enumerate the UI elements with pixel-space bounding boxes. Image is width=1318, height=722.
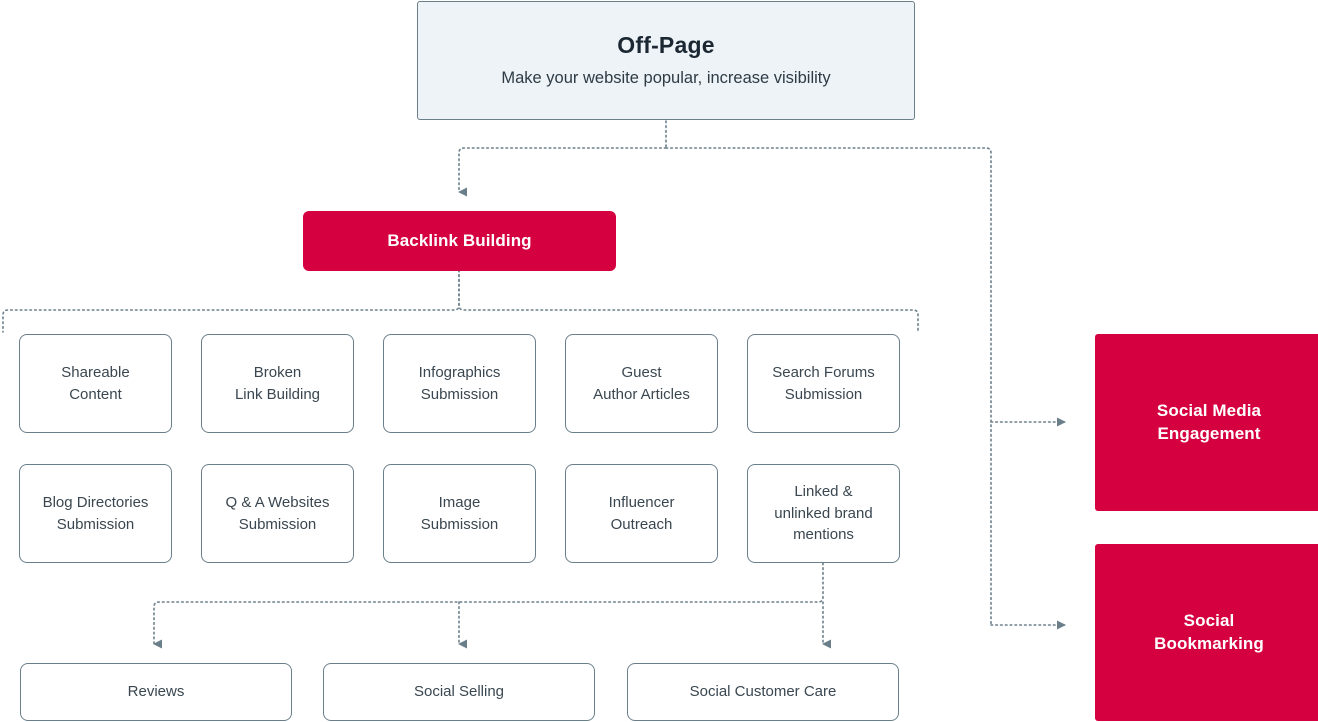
node-qa-websites-submission[interactable]: Q & A Websites Submission [201, 464, 354, 563]
node-influencer-outreach[interactable]: Influencer Outreach [565, 464, 718, 563]
node-guest-author-articles-line-1: Guest [621, 363, 662, 381]
node-brand-mentions-line-2: unlinked brand [774, 504, 873, 522]
node-image-submission-line-1: Image [438, 493, 481, 511]
node-broken-link-building[interactable]: Broken Link Building [201, 334, 354, 433]
connector-backlink-fanout-left [2, 269, 460, 333]
node-blog-directories-submission-line-1: Blog Directories [42, 493, 149, 511]
node-off-page[interactable]: Off-Page Make your website popular, incr… [417, 1, 915, 120]
node-social-customer-care[interactable]: Social Customer Care [627, 663, 899, 721]
node-social-media-engagement-line-2: Engagement [1157, 423, 1261, 443]
node-search-forums-submission[interactable]: Search Forums Submission [747, 334, 900, 433]
node-social-bookmarking[interactable]: Social Bookmarking [1095, 544, 1318, 721]
node-qa-websites-submission-line-2: Submission [238, 515, 317, 533]
node-influencer-outreach-line-1: Influencer [608, 493, 675, 511]
node-social-selling-label: Social Selling [413, 683, 505, 701]
node-broken-link-building-line-1: Broken [253, 363, 302, 381]
node-image-submission-line-2: Submission [420, 515, 499, 533]
node-shareable-content-line-2: Content [69, 385, 122, 403]
node-backlink-building[interactable]: Backlink Building [303, 211, 616, 271]
connector-backlink-fanout-right [458, 269, 919, 333]
node-off-page-title: Off-Page [617, 32, 715, 59]
node-guest-author-articles-line-2: Author Articles [593, 385, 690, 403]
node-blog-directories-submission[interactable]: Blog Directories Submission [19, 464, 172, 563]
node-off-page-subtitle: Make your website popular, increase visi… [501, 68, 831, 87]
node-social-media-engagement-line-1: Social Media [1156, 400, 1262, 420]
node-reviews-label: Reviews [127, 683, 185, 701]
node-search-forums-submission-line-2: Submission [784, 385, 863, 403]
diagram-canvas: Off-Page Make your website popular, incr… [0, 0, 1318, 722]
node-social-selling[interactable]: Social Selling [323, 663, 595, 721]
node-brand-mentions-line-3: mentions [793, 526, 854, 544]
node-social-bookmarking-line-1: Social [1183, 610, 1235, 630]
node-shareable-content[interactable]: Shareable Content [19, 334, 172, 433]
connector-offpage-to-backlink [458, 147, 667, 197]
node-search-forums-submission-line-1: Search Forums [772, 363, 875, 381]
node-blog-directories-submission-line-2: Submission [56, 515, 135, 533]
node-infographics-submission-line-1: Infographics [418, 363, 501, 381]
node-social-media-engagement[interactable]: Social Media Engagement [1095, 334, 1318, 511]
node-broken-link-building-line-2: Link Building [234, 385, 321, 403]
node-infographics-submission-line-2: Submission [420, 385, 499, 403]
node-shareable-content-line-1: Shareable [61, 363, 130, 381]
node-brand-mentions-line-1: Linked & [794, 482, 853, 500]
node-reviews[interactable]: Reviews [20, 663, 292, 721]
connector-mentions-to-reviews [153, 562, 824, 649]
node-infographics-submission[interactable]: Infographics Submission [383, 334, 536, 433]
node-influencer-outreach-line-2: Outreach [610, 515, 673, 533]
node-social-bookmarking-line-2: Bookmarking [1154, 633, 1264, 653]
node-guest-author-articles[interactable]: Guest Author Articles [565, 334, 718, 433]
node-qa-websites-submission-line-1: Q & A Websites [225, 493, 330, 511]
node-brand-mentions[interactable]: Linked & unlinked brand mentions [747, 464, 900, 563]
node-image-submission[interactable]: Image Submission [383, 464, 536, 563]
node-backlink-building-label: Backlink Building [387, 230, 532, 250]
node-social-customer-care-label: Social Customer Care [689, 683, 837, 701]
